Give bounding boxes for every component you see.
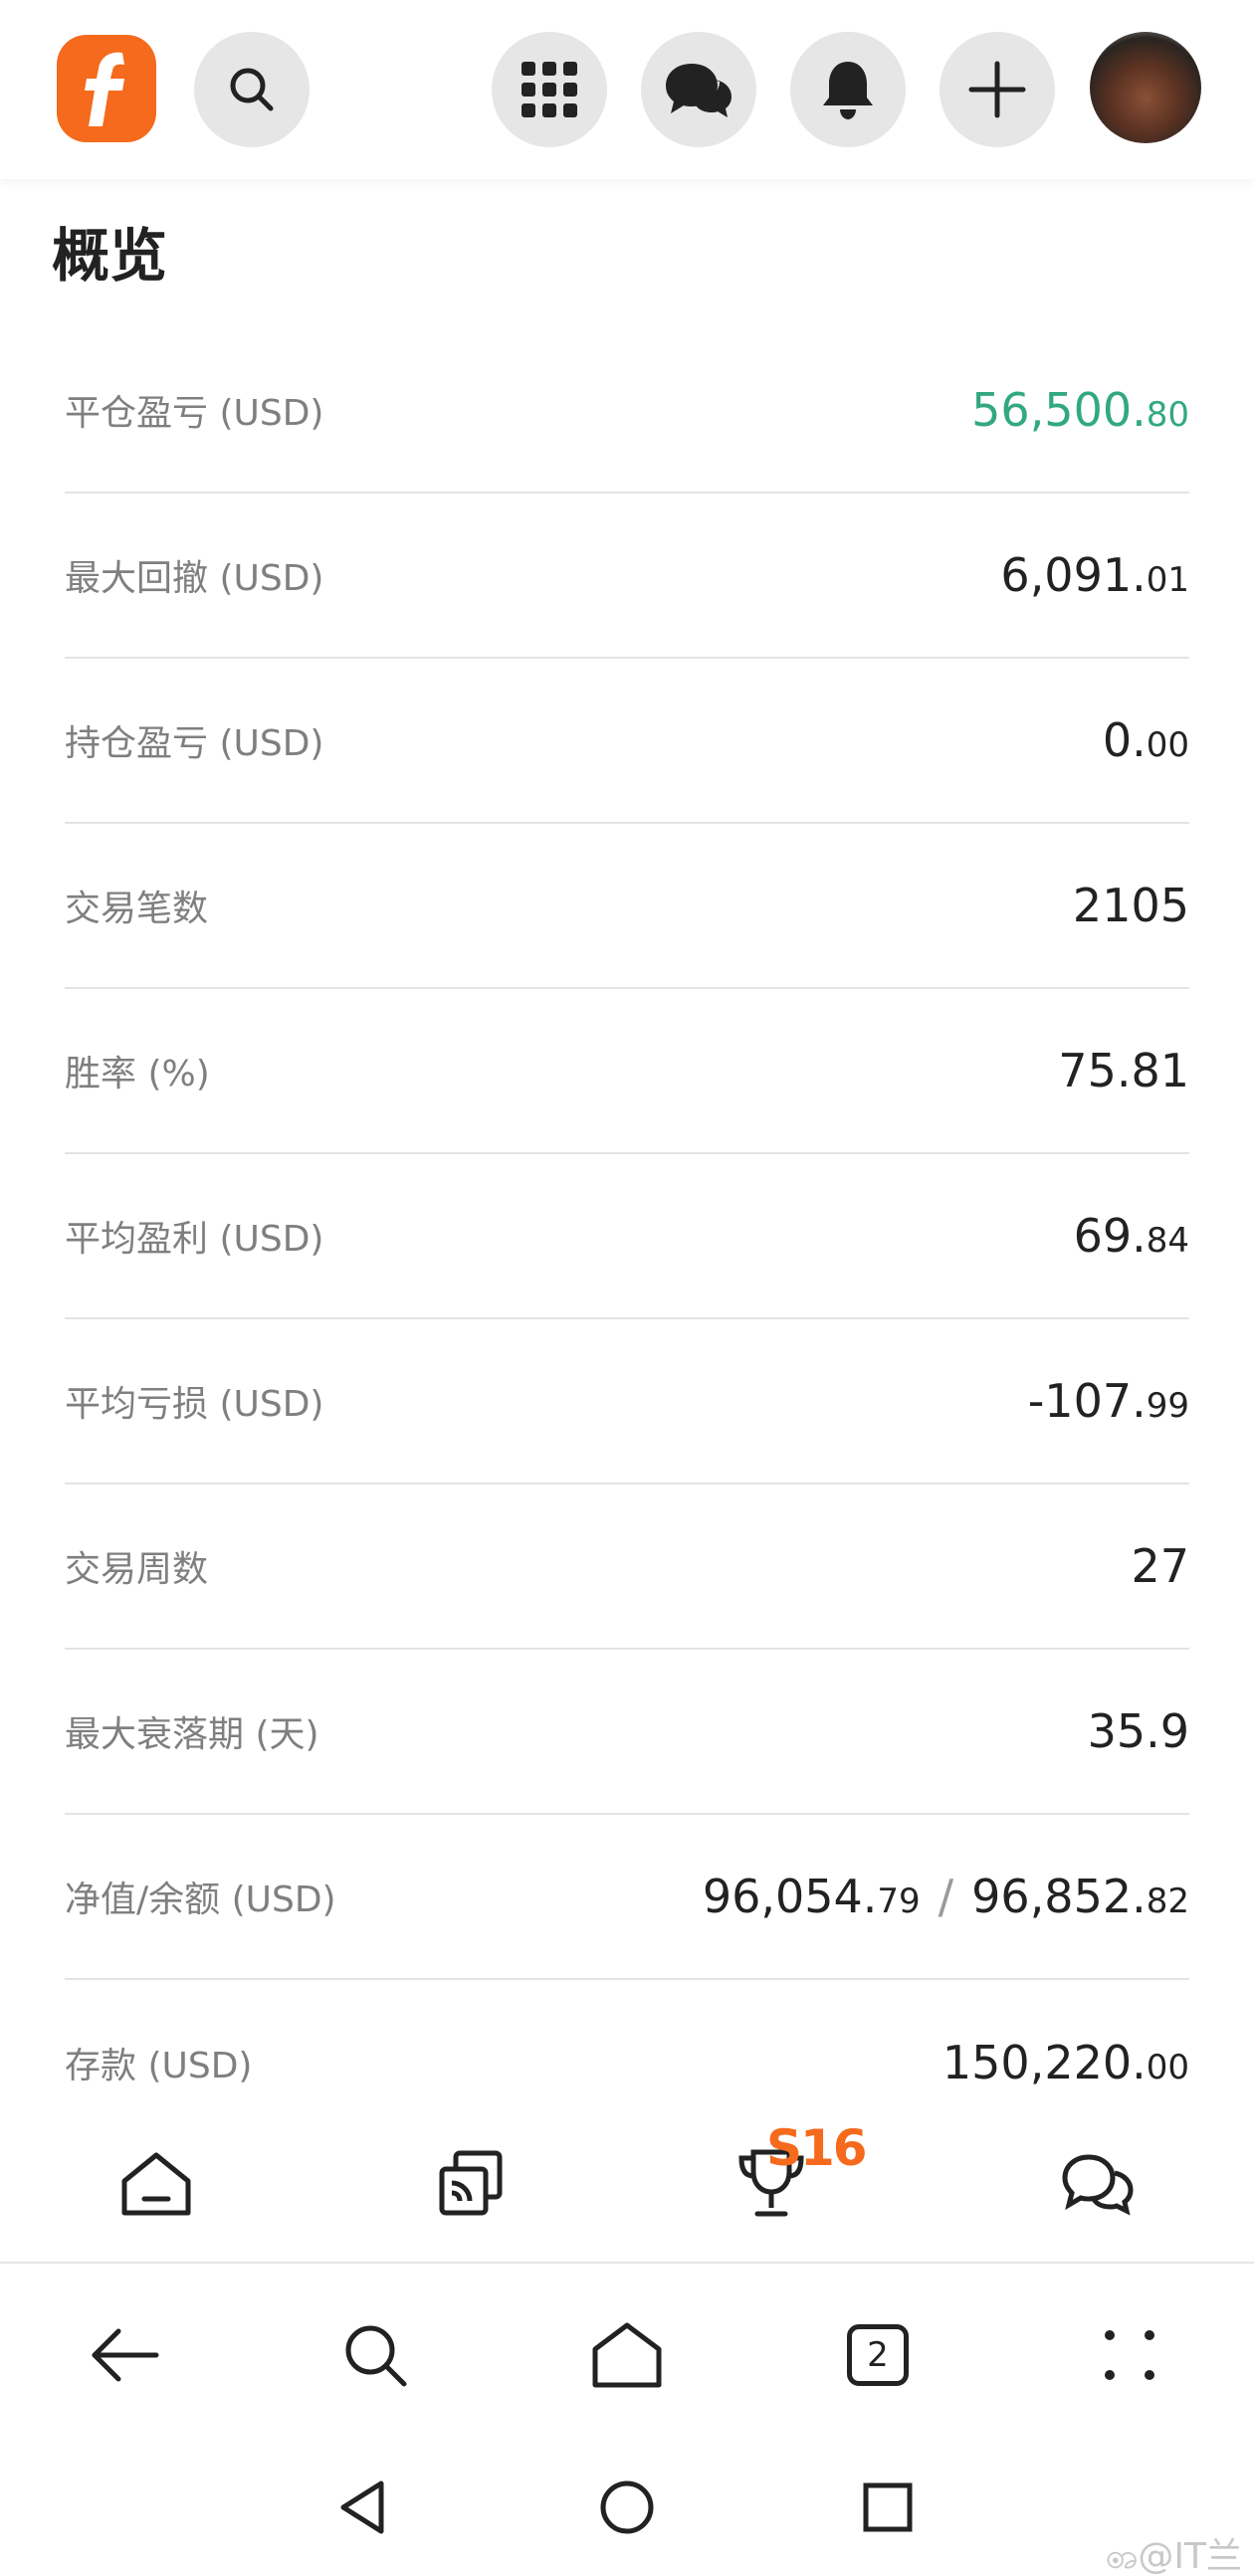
stat-row-trade-count: 交易笔数 2105 bbox=[65, 824, 1189, 989]
stat-value: 0.00 bbox=[1102, 713, 1189, 767]
copy-trading-icon bbox=[439, 2150, 503, 2216]
stat-value: 96,054.79/96,852.82 bbox=[702, 1870, 1189, 1923]
search-icon bbox=[230, 68, 274, 111]
site-bottom-nav bbox=[0, 2099, 1254, 2264]
stat-label: 平仓盈亏 (USD) bbox=[65, 393, 324, 434]
stat-row-max-drawdown: 最大回撤 (USD) 6,091.01 bbox=[65, 494, 1189, 659]
apps-button[interactable] bbox=[492, 32, 607, 147]
stat-label: 平均亏损 (USD) bbox=[65, 1384, 324, 1425]
top-app-bar bbox=[0, 0, 1254, 179]
nav-home[interactable] bbox=[111, 2139, 201, 2229]
search-button[interactable] bbox=[194, 32, 310, 147]
stat-value: 6,091.01 bbox=[1000, 548, 1189, 602]
messages-button[interactable] bbox=[641, 32, 756, 147]
page-title: 概览 bbox=[52, 222, 168, 290]
system-back-button[interactable] bbox=[323, 2468, 403, 2547]
stat-label: 胜率 (%) bbox=[65, 1054, 210, 1094]
stat-label: 持仓盈亏 (USD) bbox=[65, 723, 324, 764]
browser-home-button[interactable] bbox=[582, 2310, 672, 2400]
home-circle-icon bbox=[600, 2480, 654, 2534]
stat-row-closed-pnl: 平仓盈亏 (USD) 56,500.80 bbox=[65, 328, 1189, 494]
stat-label: 存款 (USD) bbox=[65, 2046, 253, 2086]
notifications-button[interactable] bbox=[790, 32, 906, 147]
stat-value: 2105 bbox=[1072, 879, 1189, 932]
stat-row-trading-weeks: 交易周数 27 bbox=[65, 1485, 1189, 1650]
create-button[interactable] bbox=[940, 32, 1055, 147]
stat-value: 150,220.00 bbox=[941, 2036, 1189, 2089]
watermark: ꩨ@IT兰 bbox=[1105, 2536, 1242, 2576]
browser-tabs-button[interactable]: 2 bbox=[833, 2310, 923, 2400]
system-nav-bar bbox=[0, 2448, 1254, 2576]
apps-grid-icon bbox=[522, 62, 577, 117]
home-icon bbox=[121, 2152, 191, 2216]
nav-copy-trading[interactable] bbox=[426, 2139, 516, 2229]
tabs-icon: 2 bbox=[847, 2324, 909, 2386]
stat-label: 净值/余额 (USD) bbox=[65, 1880, 336, 1920]
stat-row-avg-loss: 平均亏损 (USD) -107.99 bbox=[65, 1319, 1189, 1485]
home-icon bbox=[592, 2322, 662, 2388]
stat-value: 35.9 bbox=[1087, 1704, 1189, 1758]
stat-row-max-decline-days: 最大衰落期 (天) 35.9 bbox=[65, 1650, 1189, 1815]
bell-icon bbox=[823, 62, 873, 119]
stat-value: 27 bbox=[1131, 1539, 1189, 1593]
stat-label: 平均盈利 (USD) bbox=[65, 1219, 324, 1260]
search-icon bbox=[345, 2325, 407, 2387]
stat-row-win-rate: 胜率 (%) 75.81 bbox=[65, 989, 1189, 1154]
chat-bubbles-icon bbox=[666, 64, 732, 117]
nav-chat[interactable] bbox=[1053, 2139, 1143, 2229]
avatar[interactable] bbox=[1090, 32, 1201, 143]
plus-icon bbox=[968, 61, 1026, 118]
app-logo[interactable] bbox=[57, 35, 156, 142]
stat-label: 最大回撤 (USD) bbox=[65, 558, 324, 599]
stat-row-avg-profit: 平均盈利 (USD) 69.84 bbox=[65, 1154, 1189, 1319]
stat-row-open-pnl: 持仓盈亏 (USD) 0.00 bbox=[65, 659, 1189, 824]
stat-value: 69.84 bbox=[1073, 1209, 1189, 1263]
stat-value: -107.99 bbox=[1027, 1374, 1189, 1428]
stat-label: 交易周数 bbox=[65, 1549, 209, 1590]
stat-row-equity-balance: 净值/余额 (USD) 96,054.79/96,852.82 bbox=[65, 1815, 1189, 1980]
stat-value: 56,500.80 bbox=[971, 383, 1189, 437]
stat-value: 75.81 bbox=[1058, 1044, 1189, 1097]
browser-more-button[interactable] bbox=[1085, 2310, 1174, 2400]
browser-toolbar: 2 bbox=[0, 2266, 1254, 2445]
browser-back-button[interactable] bbox=[80, 2310, 169, 2400]
back-arrow-icon bbox=[92, 2328, 159, 2382]
system-recents-button[interactable] bbox=[848, 2468, 928, 2547]
recents-square-icon bbox=[863, 2482, 913, 2532]
chat-icon bbox=[1062, 2154, 1134, 2216]
more-icon bbox=[1105, 2330, 1154, 2380]
season-badge: S16 bbox=[766, 2119, 868, 2177]
system-home-button[interactable] bbox=[587, 2468, 667, 2547]
browser-search-button[interactable] bbox=[330, 2310, 420, 2400]
stat-label: 交易笔数 bbox=[65, 889, 209, 929]
back-triangle-icon bbox=[340, 2480, 384, 2534]
overview-stats-list: 平仓盈亏 (USD) 56,500.80 最大回撤 (USD) 6,091.01… bbox=[65, 328, 1189, 2145]
stat-label: 最大衰落期 (天) bbox=[65, 1714, 319, 1755]
